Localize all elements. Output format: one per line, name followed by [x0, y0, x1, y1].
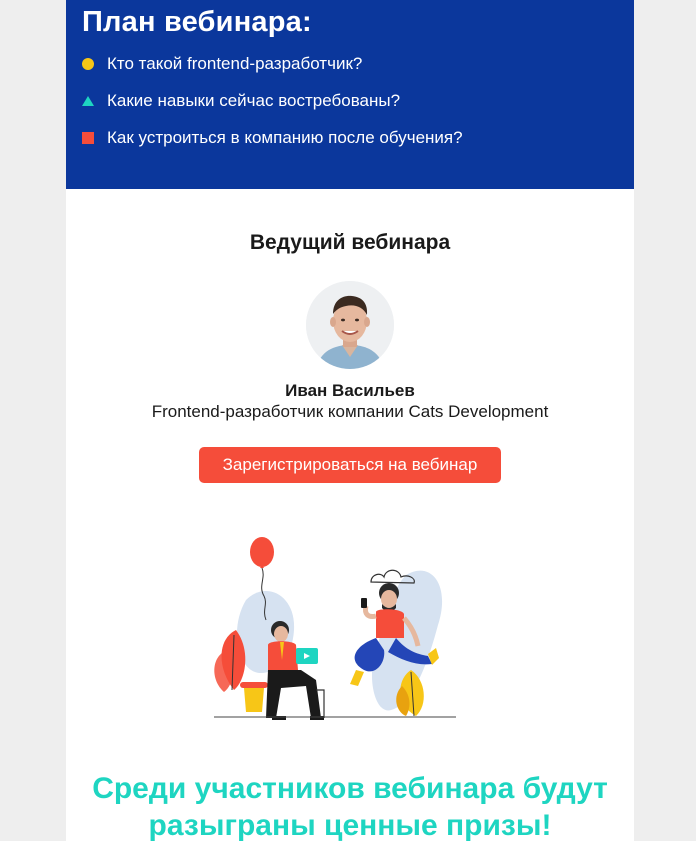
speaker-name: Иван Васильев — [285, 381, 415, 400]
register-webinar-button[interactable]: Зарегистрироваться на вебинар — [199, 447, 501, 483]
red-square-icon — [82, 132, 94, 144]
prize-line-2: разыграны ценные призы! — [148, 809, 552, 841]
people-celebrating-illustration — [206, 530, 476, 725]
plan-item-label: Какие навыки сейчас востребованы? — [107, 91, 401, 110]
teal-triangle-icon — [82, 96, 94, 106]
yellow-circle-icon — [82, 58, 94, 70]
email-body: План вебинара: Кто такой frontend-разраб… — [66, 0, 634, 841]
speaker-photo-icon — [306, 281, 394, 369]
illustration-svg — [214, 537, 456, 720]
plan-item-label: Как устроиться в компанию после обучения… — [107, 128, 463, 147]
prize-line-1: Среди участников вебинара будут — [92, 772, 608, 805]
plan-item-1: Кто такой frontend-разработчик? — [82, 52, 362, 76]
plan-item-2: Какие навыки сейчас востребованы? — [82, 89, 400, 113]
plan-item-label: Кто такой frontend-разработчик? — [107, 54, 363, 73]
speaker-avatar — [306, 281, 394, 369]
host-section-title: Ведущий вебинара — [249, 231, 451, 254]
plan-item-3: Как устроиться в компанию после обучения… — [82, 126, 463, 150]
webinar-plan-section: План вебинара: Кто такой frontend-разраб… — [66, 0, 634, 189]
prize-announcement: Среди участников вебинара будут разыгран… — [66, 770, 634, 841]
plan-title: План вебинара: — [82, 6, 312, 38]
speaker-role: Frontend-разработчик компании Cats Devel… — [151, 402, 549, 421]
